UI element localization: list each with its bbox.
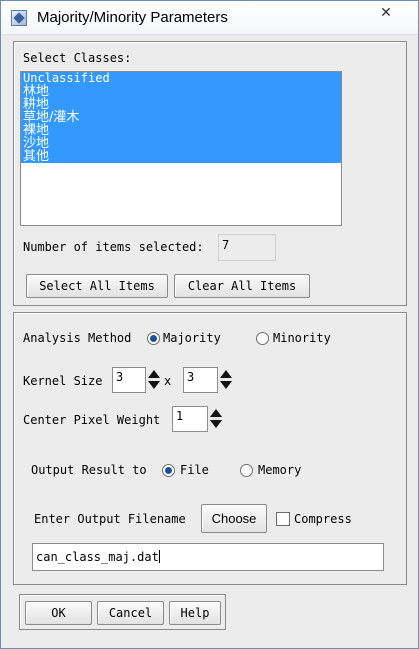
close-icon: ✕ xyxy=(380,5,392,21)
list-item[interactable]: 沙地 xyxy=(21,137,341,150)
items-selected-label: Number of items selected: xyxy=(23,240,204,254)
file-label[interactable]: File xyxy=(180,463,209,477)
window-title: Majority/Minority Parameters xyxy=(37,9,228,26)
output-filename-input[interactable]: can_class_maj.dat xyxy=(32,543,384,571)
list-item[interactable]: 林地 xyxy=(21,85,341,98)
kernel-y-value: 3 xyxy=(187,370,195,384)
memory-label[interactable]: Memory xyxy=(258,463,301,477)
kernel-size-label: Kernel Size xyxy=(23,374,103,388)
list-item[interactable]: 裸地 xyxy=(21,124,341,137)
ok-button[interactable]: OK xyxy=(25,601,92,625)
class-list[interactable]: Unclassified 林地 耕地 草地/灌木 裸地 沙地 其他 xyxy=(20,71,342,226)
compress-checkbox[interactable] xyxy=(276,512,290,526)
center-weight-field[interactable]: 1 xyxy=(172,406,208,432)
spin-down-icon[interactable] xyxy=(148,381,160,389)
kernel-x-field[interactable]: 3 xyxy=(112,367,146,393)
analysis-method-label: Analysis Method xyxy=(23,331,132,345)
select-classes-label: Select Classes: xyxy=(23,51,132,65)
output-filename-label: Enter Output Filename xyxy=(34,512,186,526)
kernel-separator: x xyxy=(164,374,172,388)
select-all-button[interactable]: Select All Items xyxy=(26,274,168,298)
spin-up-icon[interactable] xyxy=(210,409,222,417)
help-button[interactable]: Help xyxy=(169,601,221,625)
title-bar[interactable]: Majority/Minority Parameters ✕ xyxy=(1,1,418,35)
spin-down-icon[interactable] xyxy=(210,420,222,428)
majority-label[interactable]: Majority xyxy=(163,331,221,345)
compress-label[interactable]: Compress xyxy=(294,512,352,526)
kernel-y-field[interactable]: 3 xyxy=(183,367,218,393)
kernel-x-stepper[interactable] xyxy=(146,367,160,393)
majority-radio[interactable] xyxy=(147,332,160,345)
center-weight-label: Center Pixel Weight xyxy=(23,413,161,427)
app-icon xyxy=(11,10,27,26)
spin-down-icon[interactable] xyxy=(220,381,232,389)
file-radio[interactable] xyxy=(162,464,175,477)
spin-up-icon[interactable] xyxy=(148,370,160,378)
minority-radio[interactable] xyxy=(256,332,269,345)
list-item[interactable]: Unclassified xyxy=(21,72,341,85)
center-weight-value: 1 xyxy=(176,409,184,423)
spin-up-icon[interactable] xyxy=(220,370,232,378)
kernel-y-stepper[interactable] xyxy=(218,367,232,393)
dialog-window: Majority/Minority Parameters ✕ Select Cl… xyxy=(0,0,419,649)
output-result-label: Output Result to xyxy=(31,463,147,477)
close-button[interactable]: ✕ xyxy=(364,3,408,23)
memory-radio[interactable] xyxy=(240,464,253,477)
choose-button[interactable]: Choose xyxy=(201,504,267,533)
list-item[interactable]: 草地/灌木 xyxy=(21,111,341,124)
kernel-x-value: 3 xyxy=(116,370,124,384)
items-selected-value: 7 xyxy=(222,238,230,252)
center-weight-stepper[interactable] xyxy=(208,406,222,432)
text-cursor xyxy=(158,550,160,563)
cancel-button[interactable]: Cancel xyxy=(97,601,164,625)
list-item[interactable]: 其他 xyxy=(21,150,341,163)
clear-all-button[interactable]: Clear All Items xyxy=(174,274,310,298)
minority-label[interactable]: Minority xyxy=(273,331,331,345)
output-filename-value: can_class_maj.dat xyxy=(36,550,159,564)
items-selected-count: 7 xyxy=(218,234,276,261)
